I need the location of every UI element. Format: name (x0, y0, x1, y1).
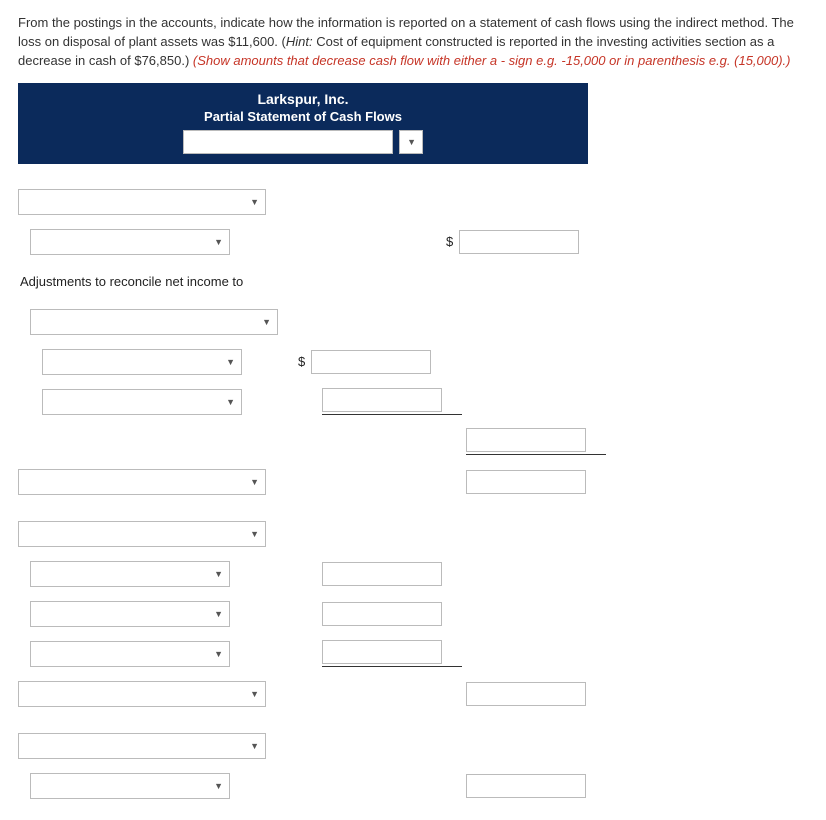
section2-header-select[interactable]: ▼ (18, 521, 266, 547)
inv1-select[interactable]: ▼ (30, 561, 230, 587)
final-amount[interactable] (466, 774, 586, 798)
adj1-amount[interactable] (311, 350, 431, 374)
adjustments-label: Adjustments to reconcile net income to (18, 274, 243, 289)
section2-select[interactable]: ▼ (18, 469, 266, 495)
chevron-down-icon: ▼ (250, 689, 259, 699)
statement-header: Larkspur, Inc. Partial Statement of Cash… (18, 83, 588, 164)
instruction-red: (Show amounts that decrease cash flow wi… (193, 53, 791, 68)
netincome-select[interactable]: ▼ (30, 229, 230, 255)
inv3-amount[interactable] (322, 640, 442, 664)
section1-select[interactable]: ▼ (18, 189, 266, 215)
period-input[interactable] (183, 130, 393, 154)
adjust-header-select[interactable]: ▼ (30, 309, 278, 335)
chevron-down-icon: ▼ (250, 197, 259, 207)
chevron-down-icon: ▼ (214, 237, 223, 247)
chevron-down-icon: ▼ (250, 741, 259, 751)
chevron-down-icon: ▼ (226, 397, 235, 407)
instructions-text: From the postings in the accounts, indic… (18, 14, 808, 71)
chevron-down-icon: ▼ (214, 569, 223, 579)
chevron-down-icon: ▼ (250, 529, 259, 539)
final-select[interactable]: ▼ (30, 773, 230, 799)
inv2-amount[interactable] (322, 602, 442, 626)
statement-title: Partial Statement of Cash Flows (18, 109, 588, 124)
hint-label: Hint: (286, 34, 313, 49)
chevron-down-icon: ▼ (214, 609, 223, 619)
section3-amount[interactable] (466, 682, 586, 706)
inv1-amount[interactable] (322, 562, 442, 586)
chevron-down-icon: ▼ (214, 649, 223, 659)
netincome-amount[interactable] (459, 230, 579, 254)
section3-select[interactable]: ▼ (18, 681, 266, 707)
adj2-amount[interactable] (322, 388, 442, 412)
chevron-down-icon: ▼ (226, 357, 235, 367)
period-dropdown[interactable]: ▼ (399, 130, 423, 154)
chevron-down-icon: ▼ (214, 781, 223, 791)
chevron-down-icon: ▼ (262, 317, 271, 327)
inv2-select[interactable]: ▼ (30, 601, 230, 627)
company-name: Larkspur, Inc. (18, 91, 588, 107)
adj1-select[interactable]: ▼ (42, 349, 242, 375)
subtotal-b-amount[interactable] (466, 470, 586, 494)
subtotal-a-amount[interactable] (466, 428, 586, 452)
adj2-select[interactable]: ▼ (42, 389, 242, 415)
chevron-down-icon: ▼ (250, 477, 259, 487)
chevron-down-icon: ▼ (407, 137, 416, 147)
dollar-sign: $ (298, 354, 305, 369)
inv3-select[interactable]: ▼ (30, 641, 230, 667)
dollar-sign: $ (446, 234, 453, 249)
section4-header-select[interactable]: ▼ (18, 733, 266, 759)
